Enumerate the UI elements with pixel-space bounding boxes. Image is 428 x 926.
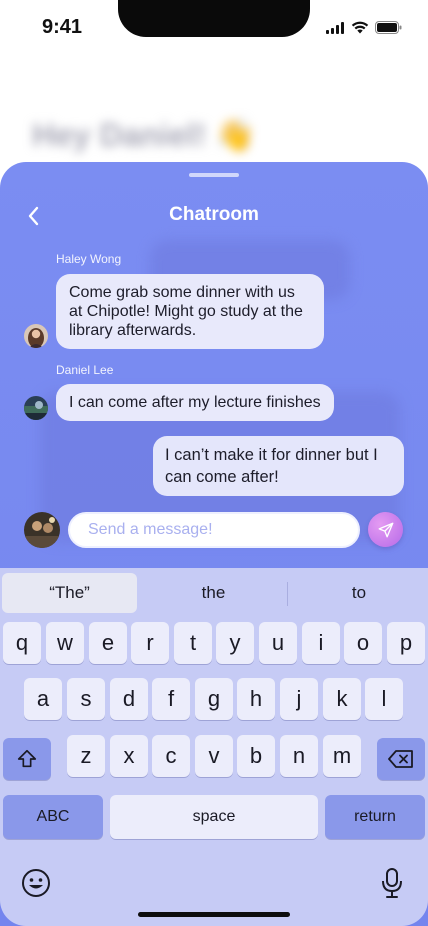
key-z[interactable]: z (67, 735, 105, 777)
message-bubble: Come grab some dinner with us at Chipotl… (56, 274, 324, 349)
message-bubble-outgoing: I can’t make it for dinner but I can com… (153, 436, 404, 496)
space-key[interactable]: space (110, 795, 318, 839)
suggestion-bar: “The” the to (0, 568, 428, 618)
key-g[interactable]: g (195, 678, 233, 720)
home-indicator (138, 912, 290, 917)
key-s[interactable]: s (67, 678, 105, 720)
status-time: 9:41 (42, 16, 83, 38)
key-o[interactable]: o (344, 622, 382, 664)
key-q[interactable]: q (3, 622, 41, 664)
suggestion-divider (287, 582, 288, 606)
key-f[interactable]: f (152, 678, 190, 720)
send-icon (378, 522, 393, 537)
sender-name: Daniel Lee (56, 363, 114, 377)
backspace-icon (388, 750, 413, 768)
shift-icon (17, 749, 37, 768)
key-k[interactable]: k (323, 678, 361, 720)
abc-key[interactable]: ABC (3, 795, 103, 839)
key-e[interactable]: e (89, 622, 127, 664)
key-t[interactable]: t (174, 622, 212, 664)
microphone-icon[interactable] (380, 867, 404, 899)
avatar[interactable] (24, 324, 48, 348)
sheet-handle[interactable] (189, 173, 239, 177)
suggestion[interactable]: the (143, 573, 284, 613)
key-v[interactable]: v (195, 735, 233, 777)
key-w[interactable]: w (46, 622, 84, 664)
signal-icon (326, 21, 344, 34)
emoji-icon[interactable] (21, 868, 51, 898)
key-l[interactable]: l (365, 678, 403, 720)
key-n[interactable]: n (280, 735, 318, 777)
key-c[interactable]: c (152, 735, 190, 777)
keyboard: “The” the to q w e r t y u i o p a s d f… (0, 568, 428, 926)
avatar[interactable] (24, 396, 48, 420)
key-j[interactable]: j (280, 678, 318, 720)
avatar-image (24, 324, 48, 348)
chat-title: Chatroom (169, 204, 259, 225)
key-m[interactable]: m (323, 735, 361, 777)
status-bar: 9:41 (0, 0, 428, 54)
battery-icon (375, 21, 402, 34)
suggestion-quoted[interactable]: “The” (2, 573, 137, 613)
key-p[interactable]: p (387, 622, 425, 664)
key-d[interactable]: d (110, 678, 148, 720)
avatar-image (24, 512, 60, 548)
message-bubble: I can come after my lecture finishes (56, 384, 334, 421)
background-greeting: Hey Daniel! 👋 (32, 117, 256, 153)
key-a[interactable]: a (24, 678, 62, 720)
key-x[interactable]: x (110, 735, 148, 777)
key-i[interactable]: i (302, 622, 340, 664)
key-b[interactable]: b (237, 735, 275, 777)
suggestion[interactable]: to (290, 573, 428, 613)
wifi-icon (351, 21, 369, 34)
key-y[interactable]: y (216, 622, 254, 664)
sender-name: Haley Wong (56, 252, 122, 266)
delete-key[interactable] (377, 738, 425, 780)
send-button[interactable] (368, 512, 403, 547)
avatar[interactable] (24, 512, 60, 548)
shift-key[interactable] (3, 738, 51, 780)
message-input[interactable] (68, 512, 360, 548)
return-key[interactable]: return (325, 795, 425, 839)
avatar-image (24, 396, 48, 420)
notch (118, 0, 310, 37)
key-r[interactable]: r (131, 622, 169, 664)
key-h[interactable]: h (237, 678, 275, 720)
key-u[interactable]: u (259, 622, 297, 664)
status-icons (326, 21, 402, 34)
